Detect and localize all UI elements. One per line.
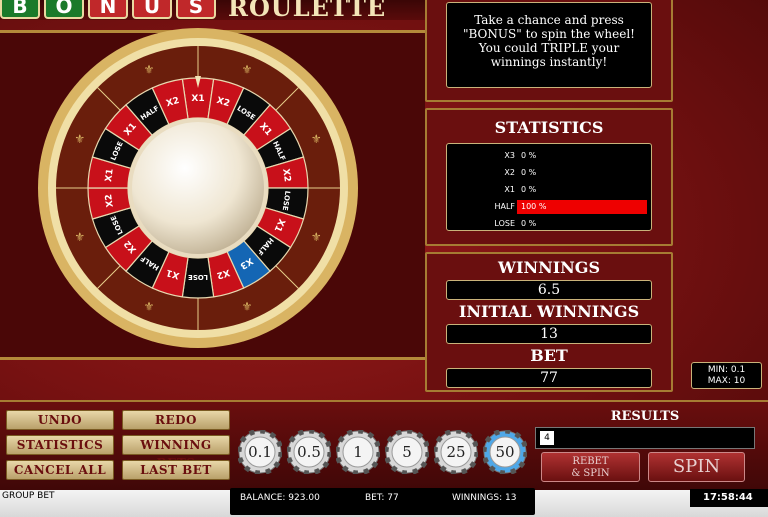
results-title: RESULTS — [610, 409, 680, 424]
last-bet-button[interactable]: LAST BET — [122, 460, 230, 480]
stat-label: X3 — [504, 151, 515, 160]
chip-0-5[interactable]: 0.5 — [285, 428, 333, 476]
chip-label: 5 — [402, 443, 412, 461]
bet-limits: MIN: 0.1 MAX: 10 — [691, 362, 762, 389]
rebet-label: REBET — [572, 456, 609, 467]
initial-winnings-value: 13 — [446, 324, 652, 344]
chip-25[interactable]: 25 — [432, 428, 480, 476]
stat-row: X3 0 % — [447, 149, 653, 163]
stat-label: HALF — [494, 202, 515, 211]
wheel-segment-label: X1 — [104, 168, 116, 182]
chip-label: 50 — [495, 443, 515, 461]
logo-letter-tile: O — [44, 0, 84, 19]
stat-value: 0 % — [521, 151, 537, 160]
bet-title: BET — [530, 346, 568, 365]
fleur-ornament: ⚜ — [242, 299, 253, 313]
undo-button[interactable]: UNDO — [6, 410, 114, 430]
chip-1[interactable]: 1 — [334, 428, 382, 476]
stat-label: LOSE — [494, 219, 515, 228]
winning-bets-button[interactable]: WINNING BETS — [122, 435, 230, 470]
chip-label: 0.5 — [297, 443, 321, 461]
chip-50[interactable]: 50 — [481, 428, 529, 476]
stat-value: 0 % — [521, 168, 537, 177]
max-limit: MAX: 10 — [707, 376, 746, 386]
stat-label: X2 — [504, 168, 515, 177]
statistics-title: STATISTICS — [494, 118, 604, 137]
stat-label: X1 — [504, 185, 515, 194]
stat-row: X2 0 % — [447, 166, 653, 180]
wheel-segment-label: X2 — [280, 168, 292, 182]
results-list: 4 — [535, 427, 755, 449]
chip-label: 0.1 — [248, 443, 272, 461]
logo-roulette-text: ROULETTE — [228, 0, 387, 22]
chip-label: 25 — [446, 443, 466, 461]
balance-readout: BALANCE: 923.00 — [240, 493, 320, 503]
chip-5[interactable]: 5 — [383, 428, 431, 476]
logo-letter-tile: S — [176, 0, 216, 19]
bet-value: 77 — [446, 368, 652, 388]
logo-letter-tile: U — [132, 0, 172, 19]
clock: 17:58:44 — [703, 492, 753, 503]
statistics-box: X3 0 % X2 0 % X1 0 % HALF 100 % LOSE 0 % — [446, 143, 652, 231]
logo-letter-tile: N — [88, 0, 128, 19]
stat-value: 0 % — [521, 185, 537, 194]
result-number: 4 — [540, 431, 554, 445]
stat-value: 100 % — [521, 202, 547, 211]
chip-label: 1 — [353, 443, 363, 461]
fleur-ornament: ⚜ — [74, 132, 85, 146]
message-text: Take a chance and press "BONUS" to spin … — [446, 2, 652, 88]
stat-row: LOSE 0 % — [447, 217, 653, 231]
winnings-value: 6.5 — [446, 280, 652, 300]
statistics-button[interactable]: STATISTICS — [6, 435, 114, 455]
winnings-readout: WINNINGS: 13 — [452, 493, 517, 503]
cancel-all-button[interactable]: CANCEL ALL — [6, 460, 114, 480]
status-bar: BALANCE: 923.00 BET: 77 WINNINGS: 13 — [230, 488, 535, 515]
initial-winnings-title: INITIAL WINNINGS — [458, 302, 640, 321]
fleur-ornament: ⚜ — [242, 63, 253, 77]
spin-button[interactable]: SPIN — [648, 452, 745, 482]
logo-letter-tile: B — [0, 0, 40, 19]
and-spin-label: & SPIN — [571, 468, 610, 479]
wheel-hub — [132, 122, 264, 254]
fleur-ornament: ⚜ — [311, 132, 322, 146]
wheel-segment-label: LOSE — [188, 273, 208, 281]
wheel-segment-label: X2 — [104, 193, 116, 207]
winnings-title: WINNINGS — [497, 258, 601, 277]
bonus-wheel[interactable]: ⚜⚜⚜⚜⚜⚜ ⚜⚜X1 X2LOSEX1HALFX2LOSEX1HALFX3X2LO… — [36, 26, 361, 351]
bet-readout: BET: 77 — [365, 493, 399, 503]
stat-row: X1 0 % — [447, 183, 653, 197]
fleur-ornament: ⚜ — [144, 299, 155, 313]
fleur-ornament: ⚜ — [311, 230, 322, 244]
min-limit: MIN: 0.1 — [707, 365, 746, 375]
wheel-segment-label: X1 — [191, 94, 204, 104]
fleur-ornament: ⚜ — [144, 63, 155, 77]
fleur-ornament: ⚜ — [74, 230, 85, 244]
group-bet-label: GROUP BET — [2, 491, 55, 501]
stat-row: HALF 100 % — [447, 200, 653, 214]
redo-button[interactable]: REDO — [122, 410, 230, 430]
chip-0-1[interactable]: 0.1 — [236, 428, 284, 476]
stat-value: 0 % — [521, 219, 537, 228]
game-logo: B O N U S ROULETTE — [0, 0, 386, 20]
rebet-spin-button[interactable]: REBET & SPIN — [541, 452, 640, 482]
